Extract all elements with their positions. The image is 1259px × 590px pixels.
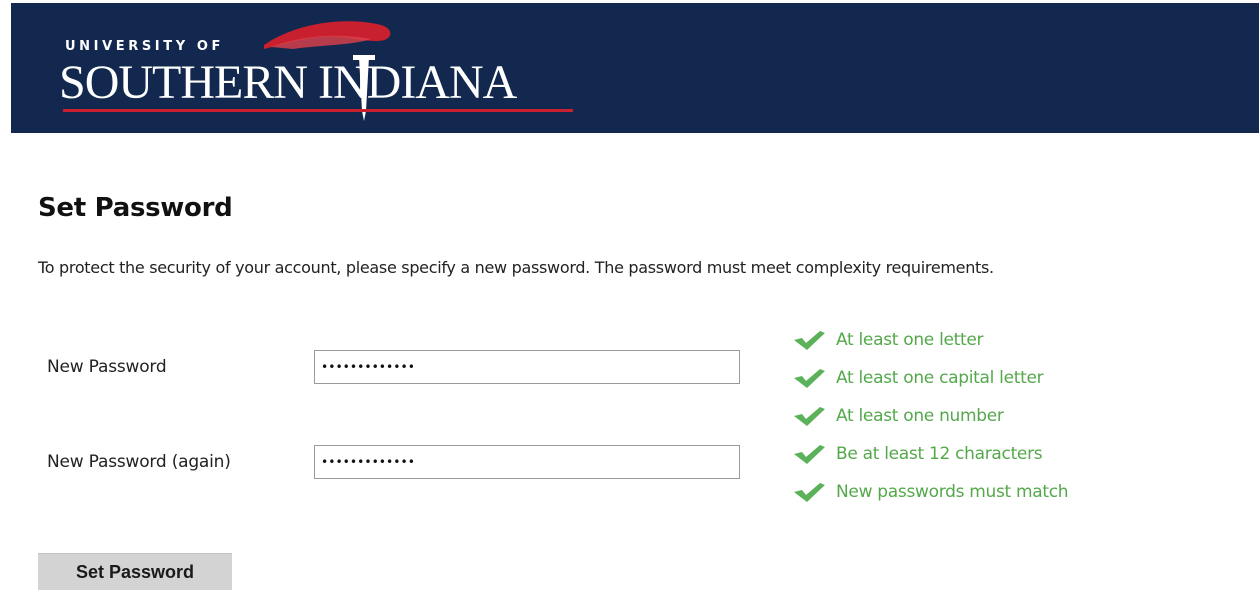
confirm-password-label: New Password (again) — [47, 452, 231, 472]
logo-wordmark: SOUTHERN INDIANA — [59, 56, 517, 109]
requirement-item: Be at least 12 characters — [792, 435, 1068, 473]
university-logo[interactable]: UNIVERSITY OF SOUTHERN INDIANA — [59, 15, 599, 125]
check-icon — [794, 331, 825, 350]
requirement-text: At least one letter — [836, 330, 984, 350]
requirement-text: At least one capital letter — [836, 368, 1044, 388]
requirement-item: At least one number — [792, 397, 1068, 435]
new-password-field[interactable] — [314, 350, 740, 384]
requirement-text: Be at least 12 characters — [836, 444, 1043, 464]
requirement-item: At least one letter — [792, 321, 1068, 359]
requirement-text: New passwords must match — [836, 482, 1069, 502]
requirement-text: At least one number — [836, 406, 1004, 426]
requirement-item: New passwords must match — [792, 473, 1069, 511]
check-icon — [794, 445, 825, 464]
check-icon — [794, 407, 825, 426]
site-header: UNIVERSITY OF SOUTHERN INDIANA — [11, 3, 1259, 133]
requirement-item: At least one capital letter — [792, 359, 1068, 397]
new-password-label: New Password — [47, 357, 167, 377]
check-icon — [794, 369, 825, 388]
check-icon — [794, 483, 825, 502]
svg-text:UNIVERSITY OF: UNIVERSITY OF — [65, 39, 224, 54]
page-title: Set Password — [38, 193, 233, 223]
set-password-button[interactable]: Set Password — [38, 553, 232, 590]
password-requirements: At least one letter At least one capital… — [792, 321, 1069, 511]
confirm-password-field[interactable] — [314, 445, 740, 479]
page-intro: To protect the security of your account,… — [38, 258, 994, 277]
